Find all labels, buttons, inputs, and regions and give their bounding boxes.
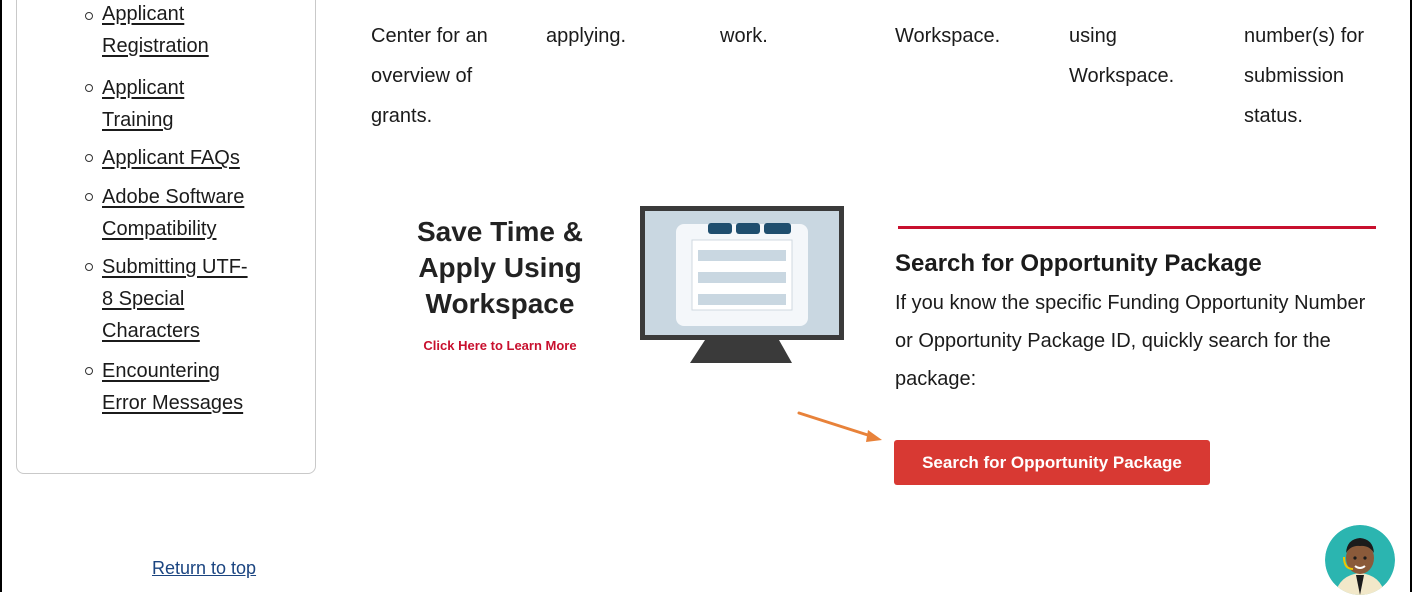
sidebar-item-error-messages[interactable]: Encountering Error Messages	[85, 355, 243, 419]
sidebar-link-line[interactable]: Applicant	[102, 72, 184, 104]
workspace-promo-title[interactable]: Save Time & Apply Using Workspace	[380, 214, 620, 322]
sidebar-link-line[interactable]: Error Messages	[102, 387, 243, 419]
sidebar-link-line[interactable]: Submitting UTF-	[102, 251, 248, 283]
step-text-column: using Workspace.	[1069, 25, 1175, 87]
search-section-description: If you know the specific Funding Opportu…	[895, 292, 1366, 390]
sidebar-item-utf8-characters[interactable]: Submitting UTF- 8 Special Characters	[85, 251, 248, 347]
step-text-column: number(s) for submission status.	[1244, 25, 1365, 127]
sidebar-link-line[interactable]: Adobe Software	[102, 181, 244, 213]
return-to-top-link[interactable]: Return to top	[152, 558, 256, 579]
sidebar-item-adobe-compatibility[interactable]: Adobe Software Compatibility	[85, 181, 244, 245]
step-text-column: Workspace.	[895, 25, 1001, 47]
sidebar-item-applicant-faqs[interactable]: Applicant FAQs	[85, 142, 240, 174]
sidebar-link-line[interactable]: 8 Special	[102, 283, 248, 315]
search-opportunity-package-button[interactable]: Search for Opportunity Package	[894, 440, 1210, 485]
section-divider	[898, 226, 1376, 229]
bullet-icon	[85, 84, 93, 92]
sidebar-link-line[interactable]: Applicant	[102, 0, 209, 30]
bullet-icon	[85, 154, 93, 162]
sidebar-link-line[interactable]: Registration	[102, 30, 209, 62]
search-section-heading: Search for Opportunity Package	[895, 250, 1262, 277]
sidebar-link-line[interactable]: Characters	[102, 315, 248, 347]
sidebar-item-applicant-training[interactable]: Applicant Training	[85, 72, 184, 136]
step-text-column: applying.	[546, 25, 627, 47]
bullet-icon	[85, 263, 93, 271]
sidebar-link-line[interactable]: Encountering	[102, 355, 243, 387]
sidebar-item-applicant-registration[interactable]: Applicant Registration	[85, 0, 209, 62]
sidebar-nav: Applicant Registration Applicant Trainin…	[16, 0, 316, 474]
monitor-illustration-icon[interactable]	[640, 206, 844, 363]
learn-more-link[interactable]: Click Here to Learn More	[380, 338, 620, 353]
bullet-icon	[85, 12, 93, 20]
step-text-column: work.	[720, 25, 768, 47]
step-text-column: Center for an overview of grants.	[371, 25, 488, 127]
bullet-icon	[85, 367, 93, 375]
sidebar-link-line[interactable]: Applicant FAQs	[102, 142, 240, 174]
sidebar-link-line[interactable]: Compatibility	[102, 213, 244, 245]
sidebar-link-line[interactable]: Training	[102, 104, 184, 136]
chat-assistant-avatar-icon[interactable]	[1325, 525, 1395, 595]
bullet-icon	[85, 193, 93, 201]
arrow-annotation-icon	[797, 411, 882, 442]
